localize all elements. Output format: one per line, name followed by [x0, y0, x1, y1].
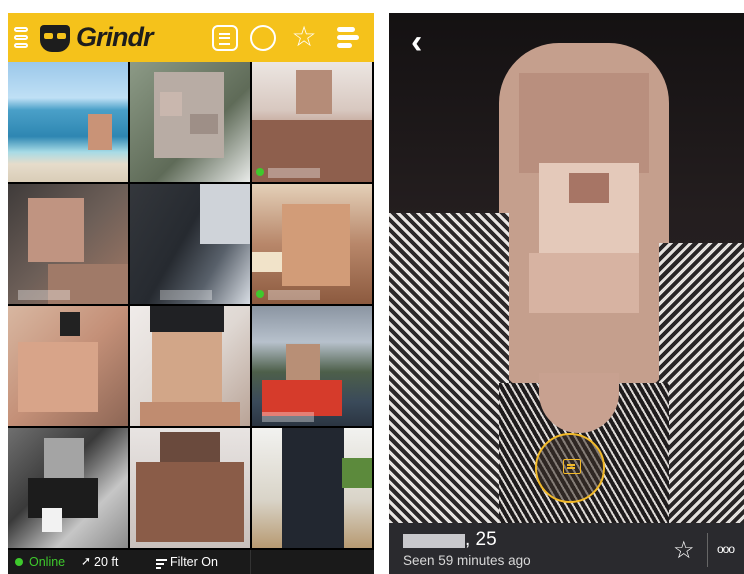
top-bar: Grindr ☆: [8, 13, 374, 62]
profile-thumbnail[interactable]: [130, 428, 250, 548]
filter-bars-icon[interactable]: [337, 27, 359, 49]
chat-button[interactable]: [535, 433, 605, 503]
profile-thumbnail[interactable]: [252, 184, 372, 304]
app-logo-text: Grindr: [76, 22, 154, 52]
profile-thumbnail[interactable]: [252, 62, 372, 182]
profile-thumbnail[interactable]: [130, 184, 250, 304]
profile-thumbnail[interactable]: [8, 428, 128, 548]
profile-thumbnail[interactable]: [252, 306, 372, 426]
online-indicator: [256, 290, 264, 298]
profile-thumbnail[interactable]: [8, 306, 128, 426]
profile-thumbnail[interactable]: [8, 62, 128, 182]
online-indicator: [15, 558, 23, 566]
divider: [707, 533, 708, 567]
star-icon[interactable]: ☆: [291, 23, 317, 51]
back-arrow-icon[interactable]: ‹: [411, 23, 422, 62]
blurred-name: [268, 290, 320, 300]
profile-info-bar: , 25 Seen 59 minutes ago ☆ ooo: [389, 523, 744, 574]
blurred-name: [18, 290, 70, 300]
profile-thumbnail[interactable]: [130, 306, 250, 426]
chat-bubble-icon: [563, 459, 581, 474]
blurred-name: [262, 412, 314, 422]
blurred-name: [268, 168, 320, 178]
blurred-name: [160, 290, 212, 300]
bottom-bar: Online ➚ 20 ft Filter On: [8, 550, 374, 574]
circle-icon[interactable]: [250, 25, 276, 51]
profile-screen: ‹ , 25 Seen 59 minutes ago ☆ ooo: [389, 13, 744, 574]
grid-screen: Grindr ☆ Online ➚ 20 ft Filter On: [8, 13, 374, 574]
profile-thumbnail[interactable]: [252, 428, 372, 548]
filter-icon[interactable]: [156, 559, 167, 571]
online-filter-label[interactable]: Online: [29, 555, 65, 569]
divider: [250, 550, 251, 574]
location-arrow-icon: ➚: [81, 554, 92, 568]
favorite-star-icon[interactable]: ☆: [673, 536, 695, 565]
online-indicator: [256, 168, 264, 176]
more-options-icon[interactable]: ooo: [717, 542, 735, 556]
profile-thumbnail[interactable]: [130, 62, 250, 182]
grindr-mask-logo: [40, 25, 70, 52]
profile-age: , 25: [465, 529, 497, 550]
distance-label: 20 ft: [94, 555, 119, 569]
profile-thumbnail[interactable]: [8, 184, 128, 304]
chat-icon[interactable]: [212, 25, 238, 51]
filter-status[interactable]: Filter On: [170, 555, 218, 569]
last-seen-label: Seen 59 minutes ago: [403, 553, 531, 568]
blurred-name: [403, 534, 465, 548]
menu-icon[interactable]: [14, 27, 28, 49]
